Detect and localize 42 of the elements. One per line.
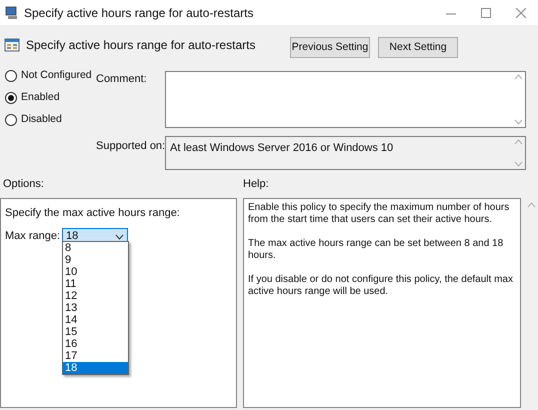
dropdown-item[interactable]: 9 <box>63 254 128 266</box>
help-text: Enable this policy to specify the maximum number of hours from the start time that users can set their active hours. <box>248 202 510 226</box>
scroll-up-icon[interactable] <box>514 139 522 145</box>
max-range-label: Max range: <box>5 229 62 244</box>
options-prompt: Specify the max active hours range: <box>5 206 181 221</box>
dropdown-item[interactable]: 8 <box>63 242 128 254</box>
dropdown-item[interactable]: 14 <box>63 314 128 326</box>
help-label: Help: <box>243 177 269 192</box>
options-label: Options: <box>2 177 45 192</box>
window-title: Specify active hours range for auto-restarts <box>24 4 254 22</box>
dropdown-item[interactable]: 18 <box>63 362 128 374</box>
dropdown-item[interactable]: 11 <box>63 278 128 290</box>
scroll-up-icon[interactable] <box>527 202 536 208</box>
radio-option[interactable]: Not Configured <box>5 69 96 82</box>
comment-field[interactable] <box>165 71 526 128</box>
radio-button[interactable] <box>5 114 17 126</box>
dropdown-item[interactable]: 13 <box>63 302 128 314</box>
supported-label: Supported on: <box>96 139 165 154</box>
radio-button[interactable] <box>5 70 17 82</box>
policy-icon <box>4 37 20 53</box>
scroll-down-icon[interactable] <box>514 161 522 167</box>
dropdown-item[interactable]: 17 <box>63 350 128 362</box>
help-text: If you disable or do not configure this policy, the default max active hours range will be used. <box>248 274 514 298</box>
supported-field: At least Windows Server 2016 or Windows 10 <box>165 136 526 170</box>
chevron-down-icon <box>115 234 124 240</box>
setting-title: Specify active hours range for auto-restarts <box>26 37 256 54</box>
dropdown-item[interactable]: 10 <box>63 266 128 278</box>
comment-label: Comment: <box>96 72 148 87</box>
maximize-icon[interactable] <box>481 8 491 18</box>
help-text: The max active hours range can be set between 8 and 18 hours. <box>248 238 504 262</box>
radio-button[interactable] <box>5 92 17 104</box>
dropdown-item[interactable]: 16 <box>63 338 128 350</box>
radio-option[interactable]: Disabled <box>5 113 96 126</box>
scroll-up-icon[interactable] <box>514 74 522 80</box>
dropdown-item[interactable]: 15 <box>63 326 128 338</box>
computer-icon <box>5 6 19 20</box>
nav-button[interactable]: Previous Setting <box>290 37 370 58</box>
radio-option[interactable]: Enabled <box>5 91 96 104</box>
nav-button[interactable]: Next Setting <box>378 37 458 58</box>
dropdown-item[interactable]: 12 <box>63 290 128 302</box>
close-icon[interactable] <box>516 8 526 18</box>
scroll-down-icon[interactable] <box>514 119 522 125</box>
